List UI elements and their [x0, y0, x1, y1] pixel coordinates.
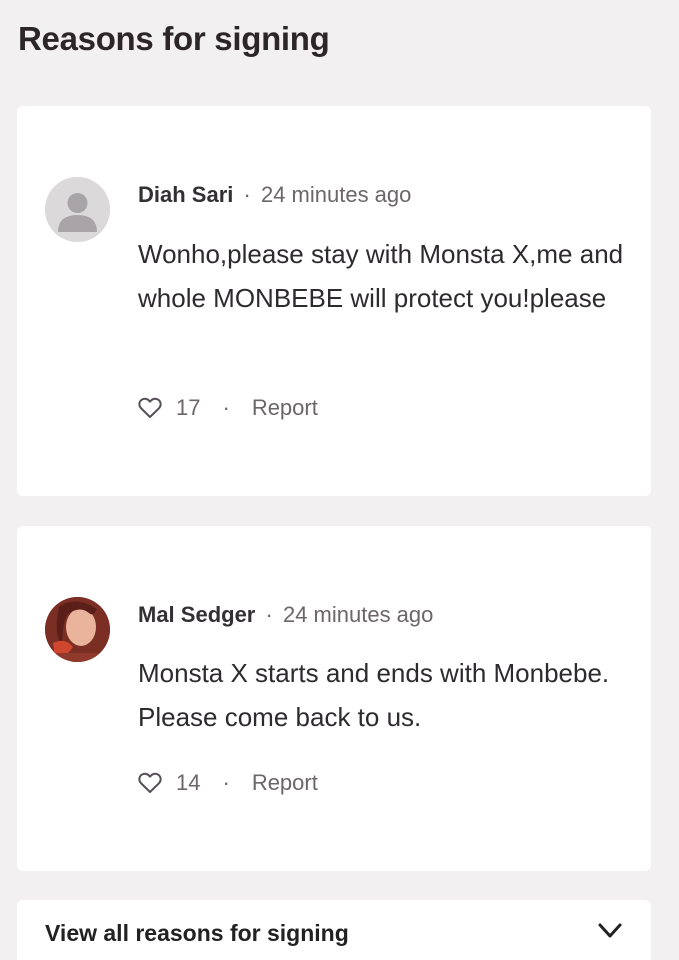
meta-separator: ·	[243, 182, 251, 207]
comment-card: Mal Sedger · 24 minutes ago Monsta X sta…	[17, 526, 651, 871]
action-separator: ·	[222, 395, 230, 420]
comment-text: Monsta X starts and ends with Monbebe. P…	[138, 658, 610, 732]
like-count: 14	[176, 770, 201, 795]
heart-icon[interactable]	[138, 772, 162, 794]
section-title: Reasons for signing	[18, 20, 330, 57]
page: Reasons for signing Diah Sari · 24 minut…	[0, 0, 679, 960]
meta-separator: ·	[265, 602, 273, 627]
chevron-down-icon	[598, 923, 622, 938]
comment-actions: 14 · Report	[138, 770, 318, 796]
timestamp: 24 minutes ago	[260, 182, 412, 207]
comment-meta: Mal Sedger · 24 minutes ago	[138, 602, 433, 628]
author-name[interactable]: Diah Sari	[138, 182, 233, 207]
heart-icon[interactable]	[138, 397, 162, 419]
comment-actions: 17 · Report	[138, 395, 318, 421]
view-all-button[interactable]: View all reasons for signing	[17, 900, 651, 960]
action-separator: ·	[222, 770, 230, 795]
like-count: 17	[176, 395, 201, 420]
avatar	[45, 597, 110, 662]
timestamp: 24 minutes ago	[282, 602, 434, 627]
avatar	[45, 177, 110, 242]
default-user-icon	[45, 177, 110, 242]
user-photo-icon	[45, 597, 110, 662]
report-link[interactable]: Report	[252, 395, 318, 421]
comment-text: Wonho,please stay with Monsta X,me and w…	[138, 239, 624, 313]
comment-meta: Diah Sari · 24 minutes ago	[138, 182, 411, 208]
comment-card: Diah Sari · 24 minutes ago Wonho,please …	[17, 106, 651, 496]
view-all-label: View all reasons for signing	[45, 920, 349, 946]
author-name[interactable]: Mal Sedger	[138, 602, 255, 627]
report-link[interactable]: Report	[252, 770, 318, 796]
